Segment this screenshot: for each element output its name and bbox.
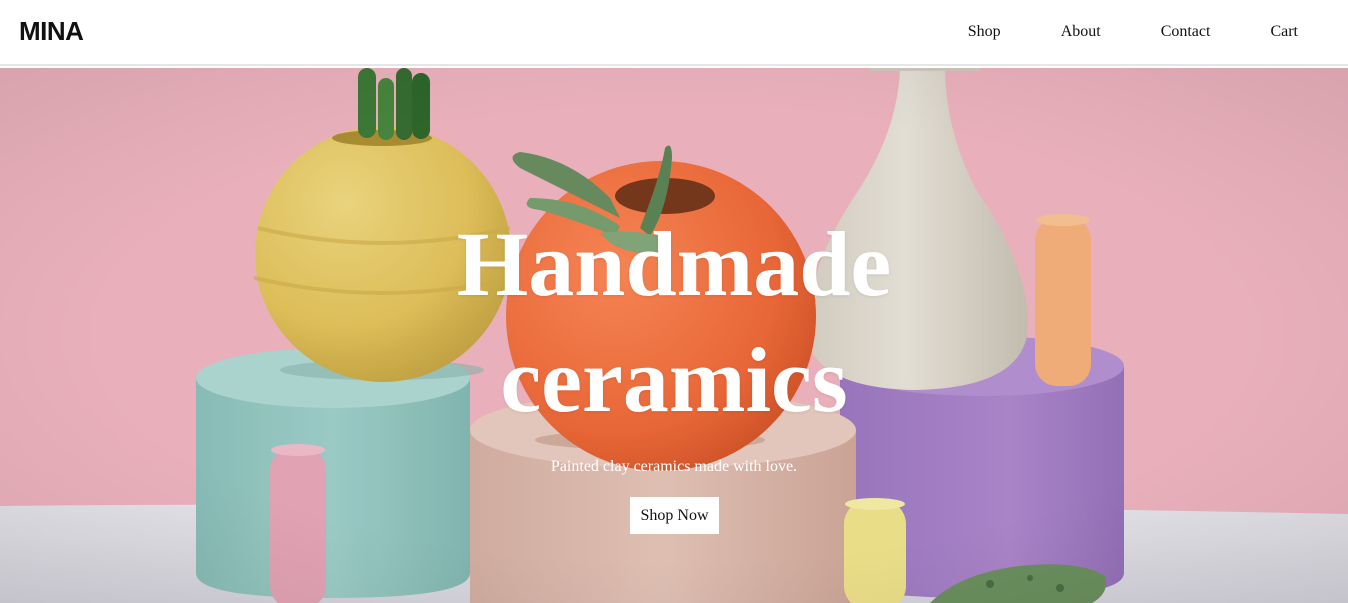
hero-subtitle: Painted clay ceramics made with love. <box>550 458 798 475</box>
site-header: MINA Shop About Contact Cart <box>0 0 1348 66</box>
hero-title: Handmade ceramics <box>0 206 1348 438</box>
nav-link-about[interactable]: About <box>1061 23 1101 41</box>
nav-link-contact[interactable]: Contact <box>1161 23 1211 41</box>
brand-logo[interactable]: MINA <box>19 16 84 47</box>
hero-section: Handmade ceramics Painted clay ceramics … <box>0 68 1348 603</box>
main-nav: Shop About Contact Cart <box>968 23 1298 41</box>
nav-link-shop[interactable]: Shop <box>968 23 1001 41</box>
hero-title-line-2: ceramics <box>500 329 848 431</box>
hero-title-line-1: Handmade <box>456 213 892 315</box>
nav-link-cart[interactable]: Cart <box>1270 23 1298 41</box>
hero-content: Handmade ceramics Painted clay ceramics … <box>0 68 1348 603</box>
shop-now-button[interactable]: Shop Now <box>630 497 719 534</box>
